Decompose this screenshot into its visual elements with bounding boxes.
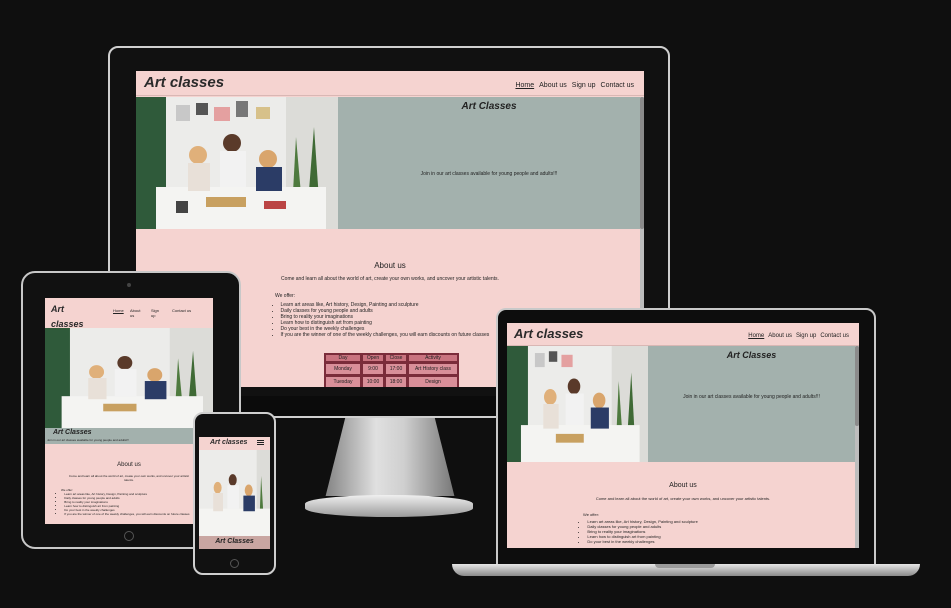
offer-section: We offer: Learn art areas like, Art hist… bbox=[583, 512, 698, 544]
nav-signup[interactable]: Sign up bbox=[796, 333, 816, 339]
table-cell: 17:00 bbox=[385, 363, 407, 375]
about-text: Come and learn all about the world of ar… bbox=[595, 496, 771, 501]
hero-photo bbox=[45, 328, 213, 428]
hero-photo bbox=[199, 450, 270, 536]
tablet-home-button-icon bbox=[124, 531, 134, 541]
offer-list: Learn art areas like, Art history, Desig… bbox=[275, 302, 490, 338]
offer-section: We offer: Learn art areas like, Art hist… bbox=[275, 293, 489, 338]
offer-list: Learn art areas like, Art history, Desig… bbox=[61, 492, 189, 516]
table-cell: Design bbox=[408, 376, 458, 387]
hero-photo bbox=[507, 346, 648, 462]
nav-home[interactable]: Home bbox=[515, 82, 534, 89]
hero-title: Art Classes bbox=[53, 429, 92, 436]
about-text: Come and learn all about the world of ar… bbox=[68, 474, 190, 482]
table-cell: 9:00 bbox=[362, 363, 384, 375]
nav-home[interactable]: Home bbox=[748, 333, 764, 339]
phone-site: Art classes Art Classes bbox=[199, 437, 270, 549]
art-class-photo-icon bbox=[136, 97, 338, 229]
hero-text: Join in our art classes available for yo… bbox=[683, 394, 820, 400]
table-header-row: Day Open Close Activity bbox=[325, 354, 458, 362]
site-nav: Home About us Sign up Contact us bbox=[515, 82, 634, 89]
nav-contact[interactable]: Contact us bbox=[172, 308, 192, 318]
hero-photo bbox=[136, 97, 338, 229]
hero-panel: Art Classes Join in our art classes avai… bbox=[648, 346, 855, 462]
nav-about[interactable]: About us bbox=[539, 82, 567, 89]
about-title: About us bbox=[117, 462, 141, 468]
site-logo[interactable]: Art classes bbox=[210, 439, 247, 446]
table-cell: 18:00 bbox=[385, 376, 407, 387]
site-header: Art classes bbox=[199, 437, 270, 451]
art-class-photo-icon bbox=[199, 450, 270, 536]
about-title: About us bbox=[374, 261, 406, 270]
site-header: Art classes Home About us Sign up Contac… bbox=[45, 298, 213, 329]
site-header: Art classes Home About us Sign up Contac… bbox=[507, 323, 859, 346]
schedule-table: Day Open Close Activity Monday 9:00 17:0… bbox=[324, 353, 459, 387]
table-cell: Tuesday bbox=[325, 376, 361, 387]
scrollbar[interactable] bbox=[855, 346, 859, 548]
site-logo[interactable]: Art classes bbox=[144, 74, 224, 91]
table-cell: 10:00 bbox=[362, 376, 384, 387]
table-cell: Art History class bbox=[408, 363, 458, 375]
offer-item: If you are the winner of one of the week… bbox=[64, 512, 189, 516]
offer-title: We offer: bbox=[583, 512, 600, 517]
table-row: Tuesday 10:00 18:00 Design bbox=[325, 376, 458, 387]
site-logo-line: Art bbox=[51, 304, 64, 314]
site-nav: Home About us Sign up Contact us bbox=[113, 308, 192, 318]
table-row: Monday 9:00 17:00 Art History class bbox=[325, 363, 458, 375]
table-header: Open bbox=[362, 354, 384, 362]
monitor-base bbox=[305, 495, 473, 517]
laptop-notch bbox=[655, 564, 715, 568]
hamburger-icon[interactable] bbox=[257, 440, 264, 446]
hero-text: Join in our art classes available for yo… bbox=[420, 171, 558, 177]
site-header: Art classes Home About us Sign up Contac… bbox=[136, 71, 644, 96]
nav-signup[interactable]: Sign up bbox=[572, 82, 596, 89]
laptop-site: Art classes Home About us Sign up Contac… bbox=[507, 323, 859, 548]
table-header: Activity bbox=[408, 354, 458, 362]
nav-signup[interactable]: Sign up bbox=[151, 308, 163, 318]
table-header: Day bbox=[325, 354, 361, 362]
scrollbar-thumb[interactable] bbox=[855, 346, 859, 426]
hero-text: Join in our art classes available for yo… bbox=[47, 438, 130, 442]
offer-item: Do your best in the weekly challenges bbox=[587, 539, 697, 544]
hero-title: Art Classes bbox=[726, 350, 777, 360]
nav-about[interactable]: About us bbox=[768, 333, 792, 339]
table-cell: Monday bbox=[325, 363, 361, 375]
offer-item: If you are the winner of one of the week… bbox=[281, 332, 490, 338]
hero-panel: Art Classes Join in our art classes avai… bbox=[45, 428, 213, 444]
hero-panel: Art Classes Join in our art classes avai… bbox=[338, 97, 640, 229]
monitor-stand bbox=[325, 418, 455, 496]
site-logo[interactable]: Art classes bbox=[514, 326, 583, 341]
tablet-camera-icon bbox=[127, 283, 131, 287]
art-class-photo-icon bbox=[507, 346, 648, 462]
scrollbar-thumb[interactable] bbox=[640, 97, 644, 229]
tablet-site: Art classes Home About us Sign up Contac… bbox=[45, 298, 213, 524]
hero-panel: Art Classes bbox=[199, 536, 270, 549]
nav-contact[interactable]: Contact us bbox=[820, 333, 849, 339]
about-title: About us bbox=[669, 482, 697, 489]
phone-home-button-icon bbox=[230, 559, 239, 568]
offer-list: Learn art areas like, Art history, Desig… bbox=[583, 519, 697, 544]
nav-home[interactable]: Home bbox=[113, 308, 130, 318]
art-class-photo-icon bbox=[45, 328, 213, 428]
nav-contact[interactable]: Contact us bbox=[601, 82, 634, 89]
offer-section: We offer: Learn art areas like, Art hist… bbox=[61, 488, 190, 516]
nav-about[interactable]: About us bbox=[130, 308, 142, 318]
hero-title: Art Classes bbox=[461, 101, 517, 112]
hero-title: Art Classes bbox=[215, 538, 254, 545]
offer-title: We offer: bbox=[275, 293, 296, 299]
table-header: Close bbox=[385, 354, 407, 362]
site-nav: Home About us Sign up Contact us bbox=[748, 333, 849, 339]
